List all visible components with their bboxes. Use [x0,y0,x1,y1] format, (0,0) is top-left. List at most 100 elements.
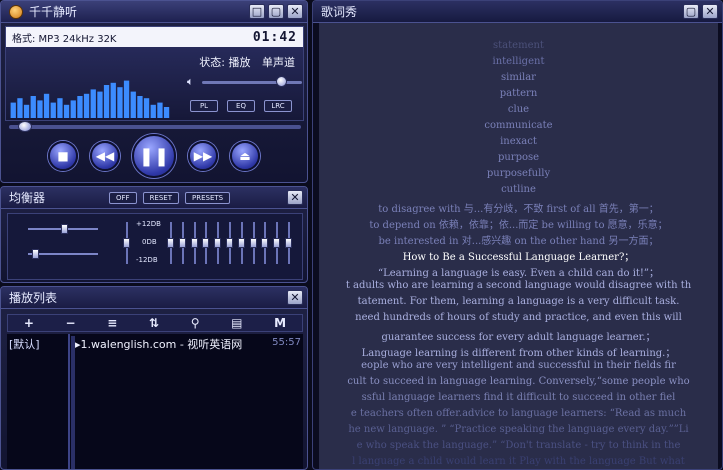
spectrum-bar [130,91,136,118]
eq-band-knob[interactable] [202,238,210,248]
lyric-line: How to Be a Successful Language Learner?… [402,252,635,263]
eq-label-top: +12DB [136,220,161,228]
eq-band-knob[interactable] [190,238,198,248]
lyrics-close-button[interactable]: ✕ [702,4,718,19]
eq-presets-button[interactable]: PRESETS [185,192,231,204]
eq-band-knob[interactable] [273,238,281,248]
lyric-line: eople who are very intelligent and succe… [361,360,676,371]
lyric-line: be interested in 对...感兴趣 on the other ha… [378,236,659,247]
spectrum-bar [123,80,130,118]
lyric-line: communicate [484,120,553,131]
playlist-toolbar: + − ≡ ⇅ ⚲ ▤ M [7,314,303,332]
add-icon[interactable]: + [24,316,34,330]
preamp-knob[interactable] [123,238,130,248]
spectrum-bar [10,102,16,118]
equalizer-titlebar[interactable]: 均衡器 OFF RESET PRESETS ✕ [1,187,307,209]
lyrics-toggle-button[interactable]: LRC [264,100,292,112]
lyric-line: guarantee success for every adult langua… [381,332,656,343]
balance-knob[interactable] [61,224,68,234]
eq-band-knob[interactable] [285,238,292,248]
spectrum-visualizer[interactable] [10,73,170,118]
spectrum-bar [43,93,50,118]
surround-knob[interactable] [32,249,39,259]
eq-band-knob[interactable] [261,238,269,248]
lyric-line: inexact [500,136,537,147]
eq-band-knob[interactable] [237,238,245,248]
lyric-line: “Learning a language is easy. Even a chi… [377,268,660,279]
player-window: 千千静听 □ ▢ ✕ 格式: MP3 24kHz 32K 01:42 状态: 播… [0,0,308,183]
equalizer-window: 均衡器 OFF RESET PRESETS ✕ +12DB 0DB -12DB [0,186,308,283]
playlist-toggle-button[interactable]: PL [190,100,218,112]
playlist-close-button[interactable]: ✕ [287,290,303,305]
spectrum-bar [110,82,116,118]
document-icon[interactable]: ▤ [231,316,242,330]
eq-band-knob[interactable] [249,238,257,248]
volume-icon[interactable]: 🔈︎ [187,75,194,89]
eq-band-knob[interactable] [167,238,174,248]
playlist-titlebar[interactable]: 播放列表 ✕ [1,287,307,309]
spectrum-bar [23,104,30,118]
spectrum-bar [50,102,56,118]
lyrics-titlebar[interactable]: 歌词秀 ▢ ✕ [313,1,722,23]
remove-icon[interactable]: − [66,316,76,330]
lyric-line: pattern [499,88,538,99]
stop-button[interactable]: ■ [48,141,78,171]
time-display[interactable]: 01:42 [253,30,297,45]
pause-button[interactable]: ❚❚ [132,134,176,178]
lyrics-minimize-button[interactable]: ▢ [683,4,699,19]
lyric-line: purpose [497,152,540,163]
spectrum-bar [157,102,163,118]
lyric-line: cult to succeed in language learning. Co… [347,376,690,387]
format-text: 格式: MP3 24kHz 32K [12,33,117,45]
equalizer-title: 均衡器 [9,191,46,205]
eq-label-bottom: -12DB [136,256,158,264]
minimode-button[interactable]: □ [249,4,265,19]
lyric-line: to depend on 依赖，依靠；依...而定 be willing to … [369,220,668,231]
eq-band-knob[interactable] [214,238,222,248]
eject-icon: ⏏ [239,149,251,163]
list-icon[interactable]: ≡ [107,316,117,330]
lyric-line: Language learning is different from othe… [361,348,676,359]
seek-bar[interactable] [9,125,301,129]
player-titlebar[interactable]: 千千静听 □ ▢ ✕ [1,1,307,23]
mode-icon[interactable]: M [274,316,286,330]
find-icon[interactable]: ⚲ [191,316,200,330]
eject-button[interactable]: ⏏ [230,141,260,171]
previous-button[interactable]: ◀◀ [90,141,120,171]
eq-off-button[interactable]: OFF [109,192,137,204]
spectrum-bar [163,107,170,118]
playlist-item-duration: 55:57 [272,337,301,348]
playlist-group-default[interactable]: [默认] [9,336,67,352]
close-button[interactable]: ✕ [287,4,303,19]
playlist-scrollbar[interactable] [71,336,75,469]
eq-band-knob[interactable] [226,238,233,248]
playlist-title: 播放列表 [9,291,58,305]
lyric-line: intelligent [492,56,545,67]
spectrum-bar [83,93,90,118]
spectrum-bar [97,91,103,118]
sort-icon[interactable]: ⇅ [149,316,159,330]
volume-slider[interactable] [202,81,302,84]
eq-reset-button[interactable]: RESET [142,192,179,204]
spectrum-bar [17,98,23,118]
spectrum-bar [143,98,150,118]
rewind-icon: ◀◀ [95,149,115,163]
equalizer-close-button[interactable]: ✕ [287,190,303,205]
minimize-button[interactable]: ▢ [268,4,284,19]
lyric-line: statement [493,40,544,51]
lyric-line: e teachers often offer.advice to languag… [350,408,687,419]
volume-knob[interactable] [276,76,287,87]
lyric-line: to disagree with 与...有分歧，不致 first of all… [378,204,659,215]
eq-band-knob[interactable] [178,238,186,248]
next-button[interactable]: ▶▶ [188,141,218,171]
lyrics-display[interactable]: statement intelligent similar pattern clue co… [319,23,718,469]
app-logo-icon [9,4,23,19]
playlist-divider[interactable] [68,334,70,469]
spectrum-bar [57,98,63,118]
lyric-line: similar [501,72,536,83]
playlist-item[interactable]: ▸1.walenglish.com - 视听英语网 [75,336,301,352]
stop-icon: ■ [57,149,69,163]
spectrum-bar [70,100,76,118]
equalizer-toggle-button[interactable]: EQ [227,100,255,112]
playlist-body: [默认] ▸1.walenglish.com - 视听英语网 55:57 [7,334,303,469]
